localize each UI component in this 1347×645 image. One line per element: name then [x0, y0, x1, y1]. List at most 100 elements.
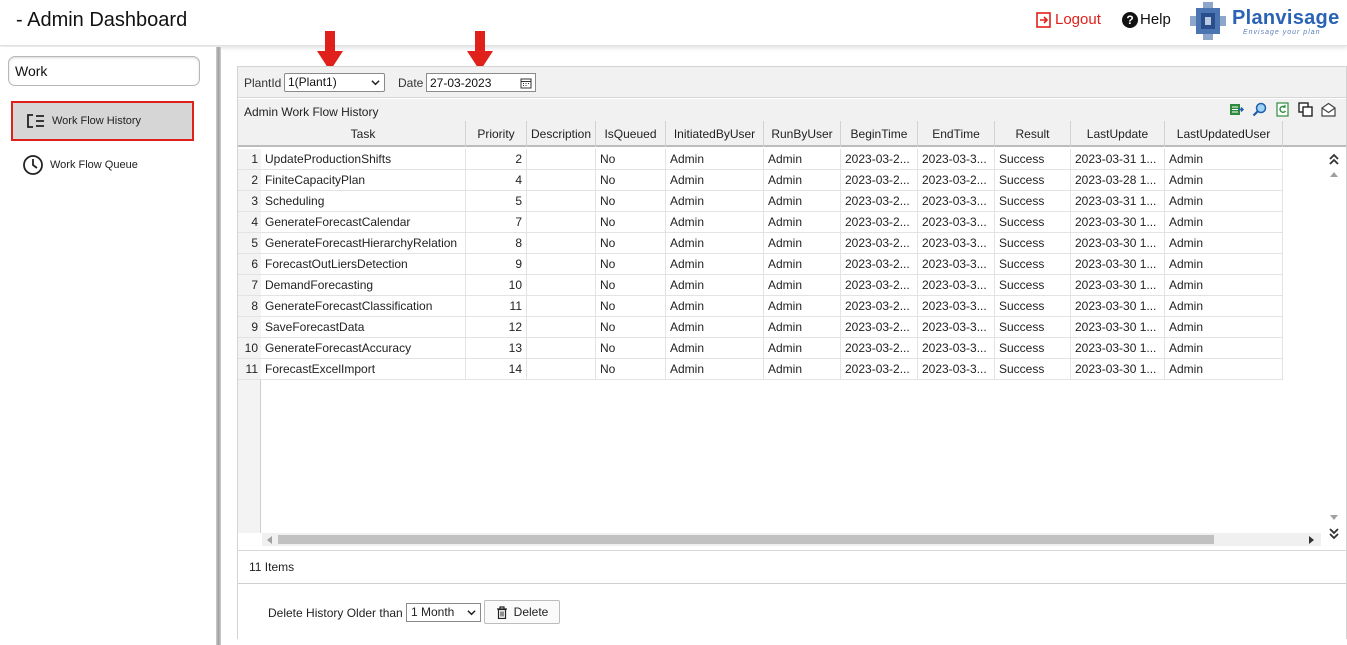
cell-begin[interactable]: 2023-03-2... — [841, 296, 918, 317]
cell-end[interactable]: 2023-03-3... — [918, 359, 995, 380]
cell-lastuser[interactable]: Admin — [1165, 359, 1283, 380]
cell-lastupdate[interactable]: 2023-03-30 1... — [1071, 296, 1165, 317]
cell-end[interactable]: 2023-03-3... — [918, 296, 995, 317]
cell-task[interactable]: GenerateForecastAccuracy — [261, 338, 466, 359]
table-row[interactable]: 3 Scheduling 5 No Admin Admin 2023-03-2... 2023… — [238, 191, 1283, 212]
cell-task[interactable]: DemandForecasting — [261, 275, 466, 296]
cell-isqueued[interactable]: No — [596, 275, 666, 296]
cell-initiated[interactable]: Admin — [666, 212, 764, 233]
cell-runby[interactable]: Admin — [764, 212, 841, 233]
cell-end[interactable]: 2023-03-3... — [918, 212, 995, 233]
cell-begin[interactable]: 2023-03-2... — [841, 212, 918, 233]
cell-description[interactable] — [527, 149, 596, 170]
column-header-lastuser[interactable]: LastUpdatedUser — [1165, 121, 1283, 147]
help-link[interactable]: ? Help — [1122, 11, 1171, 28]
cell-runby[interactable]: Admin — [764, 317, 841, 338]
cell-isqueued[interactable]: No — [596, 338, 666, 359]
column-header-end[interactable]: EndTime — [918, 121, 995, 147]
cell-end[interactable]: 2023-03-3... — [918, 275, 995, 296]
cell-runby[interactable]: Admin — [764, 170, 841, 191]
cell-lastuser[interactable]: Admin — [1165, 212, 1283, 233]
cell-lastupdate[interactable]: 2023-03-31 1... — [1071, 191, 1165, 212]
cell-runby[interactable]: Admin — [764, 233, 841, 254]
scroll-bottom-icon[interactable] — [1328, 527, 1340, 541]
cell-result[interactable]: Success — [995, 149, 1071, 170]
cell-lastuser[interactable]: Admin — [1165, 338, 1283, 359]
cell-lastuser[interactable]: Admin — [1165, 254, 1283, 275]
cell-isqueued[interactable]: No — [596, 170, 666, 191]
delete-button[interactable]: Delete — [484, 600, 560, 624]
cell-isqueued[interactable]: No — [596, 359, 666, 380]
email-icon[interactable] — [1321, 102, 1336, 117]
cell-description[interactable] — [527, 296, 596, 317]
column-header-begin[interactable]: BeginTime — [841, 121, 918, 147]
cell-begin[interactable]: 2023-03-2... — [841, 149, 918, 170]
cell-priority[interactable]: 5 — [466, 191, 527, 212]
cell-task[interactable]: GenerateForecastClassification — [261, 296, 466, 317]
vertical-scrollbar[interactable] — [1321, 147, 1346, 543]
plant-select[interactable]: 1(Plant1) — [284, 73, 385, 92]
menu-search-input[interactable] — [8, 56, 200, 86]
column-header-priority[interactable]: Priority — [466, 121, 527, 147]
cell-isqueued[interactable]: No — [596, 212, 666, 233]
cell-lastupdate[interactable]: 2023-03-30 1... — [1071, 233, 1165, 254]
cell-result[interactable]: Success — [995, 212, 1071, 233]
cell-result[interactable]: Success — [995, 317, 1071, 338]
cell-runby[interactable]: Admin — [764, 254, 841, 275]
cell-lastuser[interactable]: Admin — [1165, 233, 1283, 254]
scroll-down-icon[interactable] — [1330, 515, 1338, 521]
column-header-result[interactable]: Result — [995, 121, 1071, 147]
cell-description[interactable] — [527, 233, 596, 254]
cell-end[interactable]: 2023-03-3... — [918, 149, 995, 170]
cell-isqueued[interactable]: No — [596, 233, 666, 254]
cell-task[interactable]: GenerateForecastHierarchyRelation — [261, 233, 466, 254]
cell-initiated[interactable]: Admin — [666, 149, 764, 170]
column-header-task[interactable]: Task — [261, 121, 466, 147]
cell-description[interactable] — [527, 212, 596, 233]
table-row[interactable]: 10 GenerateForecastAccuracy 13 No Admin Admin… — [238, 338, 1283, 359]
cell-priority[interactable]: 8 — [466, 233, 527, 254]
cell-lastupdate[interactable]: 2023-03-30 1... — [1071, 212, 1165, 233]
cell-begin[interactable]: 2023-03-2... — [841, 233, 918, 254]
table-row[interactable]: 4 GenerateForecastCalendar 7 No Admin Admin 20… — [238, 212, 1283, 233]
column-header-isqueued[interactable]: IsQueued — [596, 121, 666, 147]
cell-priority[interactable]: 2 — [466, 149, 527, 170]
column-header-runby[interactable]: RunByUser — [764, 121, 841, 147]
cell-lastupdate[interactable]: 2023-03-30 1... — [1071, 338, 1165, 359]
cell-description[interactable] — [527, 338, 596, 359]
cell-lastupdate[interactable]: 2023-03-30 1... — [1071, 317, 1165, 338]
table-row[interactable]: 8 GenerateForecastClassification 11 No Admin… — [238, 296, 1283, 317]
cell-lastuser[interactable]: Admin — [1165, 317, 1283, 338]
sidebar-splitter[interactable] — [216, 47, 221, 645]
calendar-icon[interactable] — [520, 77, 532, 89]
cell-runby[interactable]: Admin — [764, 275, 841, 296]
cell-end[interactable]: 2023-03-2... — [918, 170, 995, 191]
cell-initiated[interactable]: Admin — [666, 317, 764, 338]
cell-initiated[interactable]: Admin — [666, 254, 764, 275]
cell-lastuser[interactable]: Admin — [1165, 296, 1283, 317]
cell-description[interactable] — [527, 317, 596, 338]
cell-initiated[interactable]: Admin — [666, 338, 764, 359]
table-row[interactable]: 1 UpdateProductionShifts 2 No Admin Admin 2023… — [238, 149, 1283, 170]
cell-lastuser[interactable]: Admin — [1165, 275, 1283, 296]
column-header-initiated[interactable]: InitiatedByUser — [666, 121, 764, 147]
sidebar-item-work-flow-history[interactable]: Work Flow History — [11, 101, 194, 141]
cell-begin[interactable]: 2023-03-2... — [841, 359, 918, 380]
cell-begin[interactable]: 2023-03-2... — [841, 338, 918, 359]
cell-end[interactable]: 2023-03-3... — [918, 317, 995, 338]
cell-lastuser[interactable]: Admin — [1165, 149, 1283, 170]
table-row[interactable]: 2 FiniteCapacityPlan 4 No Admin Admin 2023-03-… — [238, 170, 1283, 191]
cell-begin[interactable]: 2023-03-2... — [841, 191, 918, 212]
logout-link[interactable]: Logout — [1036, 11, 1101, 28]
cell-initiated[interactable]: Admin — [666, 275, 764, 296]
refresh-icon[interactable] — [1275, 102, 1290, 117]
cell-task[interactable]: Scheduling — [261, 191, 466, 212]
cell-task[interactable]: GenerateForecastCalendar — [261, 212, 466, 233]
export-excel-icon[interactable] — [1229, 102, 1244, 117]
cell-end[interactable]: 2023-03-3... — [918, 233, 995, 254]
cell-description[interactable] — [527, 254, 596, 275]
cell-initiated[interactable]: Admin — [666, 170, 764, 191]
cell-runby[interactable]: Admin — [764, 338, 841, 359]
cell-begin[interactable]: 2023-03-2... — [841, 170, 918, 191]
cell-priority[interactable]: 7 — [466, 212, 527, 233]
